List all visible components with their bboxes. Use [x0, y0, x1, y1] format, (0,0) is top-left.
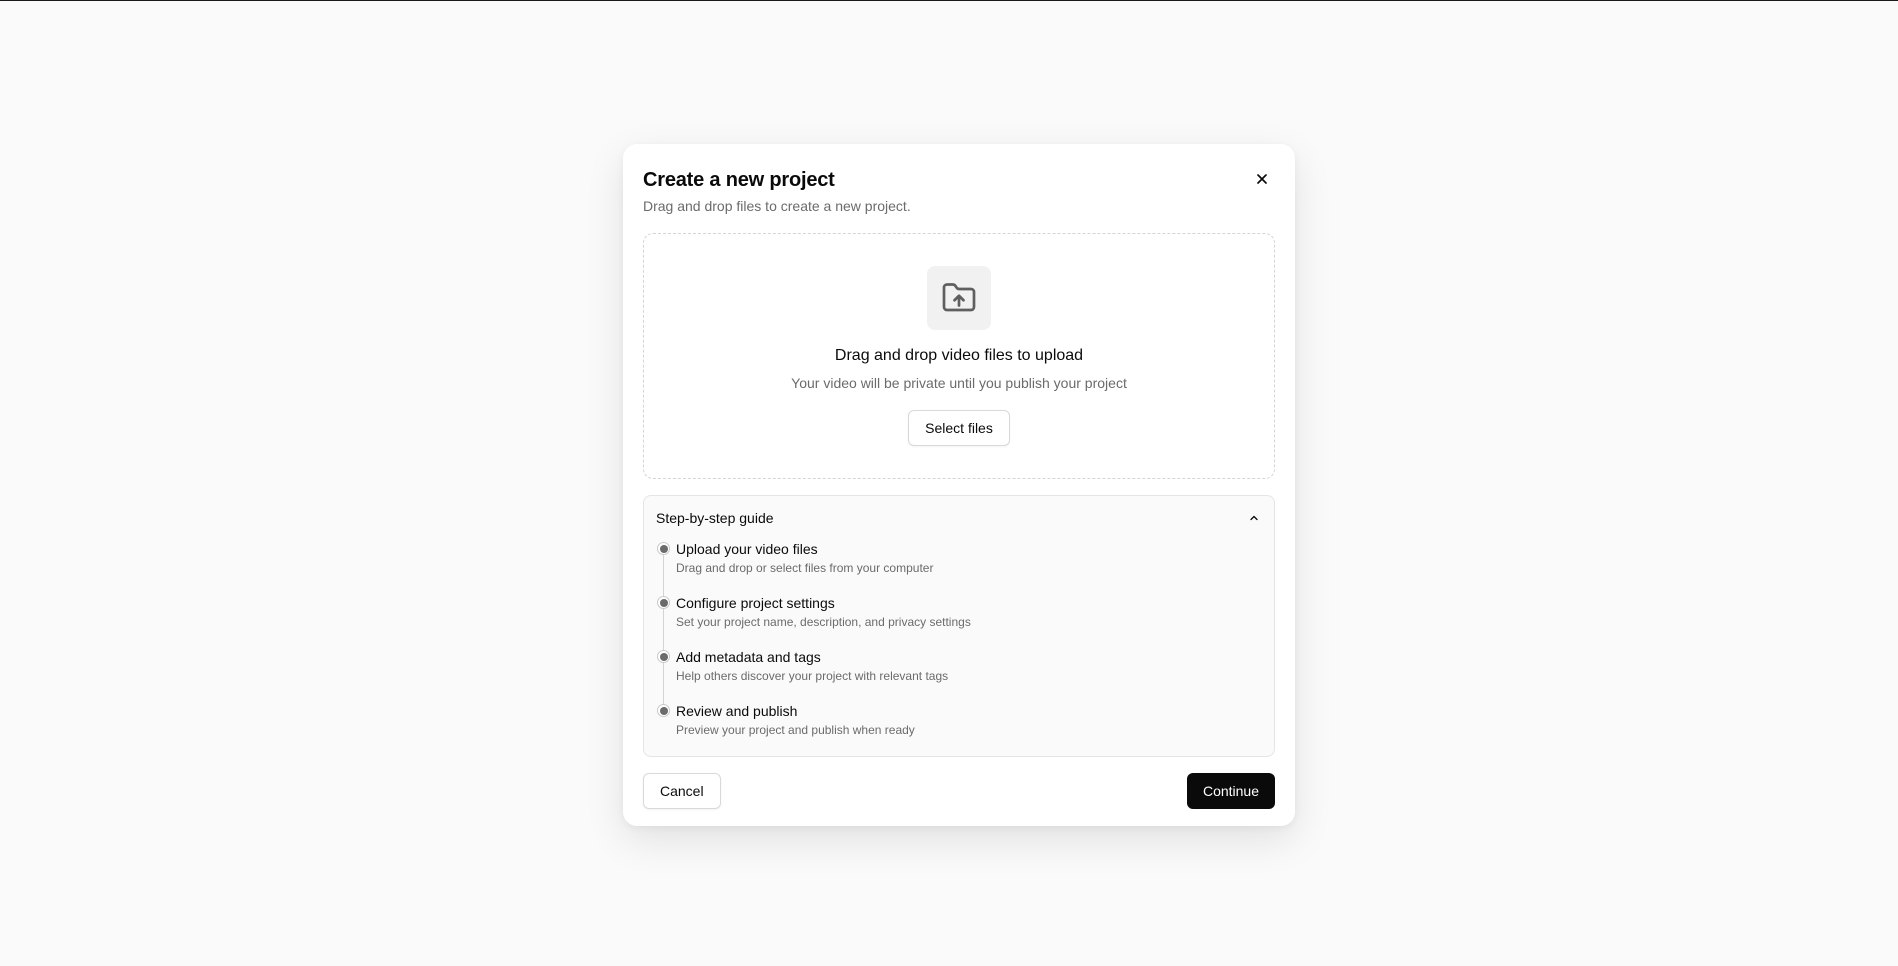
- cancel-button[interactable]: Cancel: [643, 773, 721, 809]
- step-guide-title: Step-by-step guide: [656, 510, 774, 526]
- chevron-up-icon: [1246, 510, 1262, 526]
- create-project-dialog: Create a new project Drag and drop files…: [623, 144, 1295, 826]
- step-guide-toggle[interactable]: Step-by-step guide: [656, 508, 1262, 528]
- guide-step: Configure project settings Set your proj…: [656, 594, 1262, 648]
- close-icon: [1257, 174, 1267, 184]
- file-dropzone[interactable]: Drag and drop video files to upload Your…: [643, 233, 1275, 479]
- guide-step: Review and publish Preview your project …: [656, 702, 1262, 756]
- step-description: Set your project name, description, and …: [676, 615, 971, 629]
- dialog-title: Create a new project: [643, 169, 835, 191]
- dropzone-title: Drag and drop video files to upload: [834, 347, 1084, 364]
- step-list: Upload your video files Drag and drop or…: [656, 540, 1262, 756]
- select-files-button[interactable]: Select files: [908, 410, 1010, 446]
- continue-button[interactable]: Continue: [1186, 773, 1275, 809]
- step-indicator-icon: [657, 650, 670, 663]
- folder-upload-icon: [942, 283, 976, 312]
- step-indicator-icon: [657, 542, 670, 555]
- upload-icon-tile: [927, 266, 991, 330]
- step-title: Add metadata and tags: [676, 649, 821, 665]
- top-divider: [0, 0, 1898, 1]
- step-title: Review and publish: [676, 703, 798, 719]
- guide-step: Add metadata and tags Help others discov…: [656, 648, 1262, 702]
- step-title: Upload your video files: [676, 541, 818, 557]
- step-description: Drag and drop or select files from your …: [676, 561, 934, 575]
- dropzone-subtitle: Your video will be private until you pub…: [791, 375, 1127, 391]
- step-indicator-icon: [657, 596, 670, 609]
- close-button[interactable]: [1249, 166, 1275, 192]
- guide-step: Upload your video files Drag and drop or…: [656, 540, 1262, 594]
- step-guide-panel: Step-by-step guide Upload your video fil…: [643, 495, 1275, 757]
- step-description: Help others discover your project with r…: [676, 669, 949, 683]
- step-title: Configure project settings: [676, 595, 835, 611]
- step-description: Preview your project and publish when re…: [676, 723, 915, 737]
- dialog-footer: Cancel Continue: [643, 773, 1275, 809]
- dialog-subtitle: Drag and drop files to create a new proj…: [643, 198, 911, 214]
- step-indicator-icon: [657, 704, 670, 717]
